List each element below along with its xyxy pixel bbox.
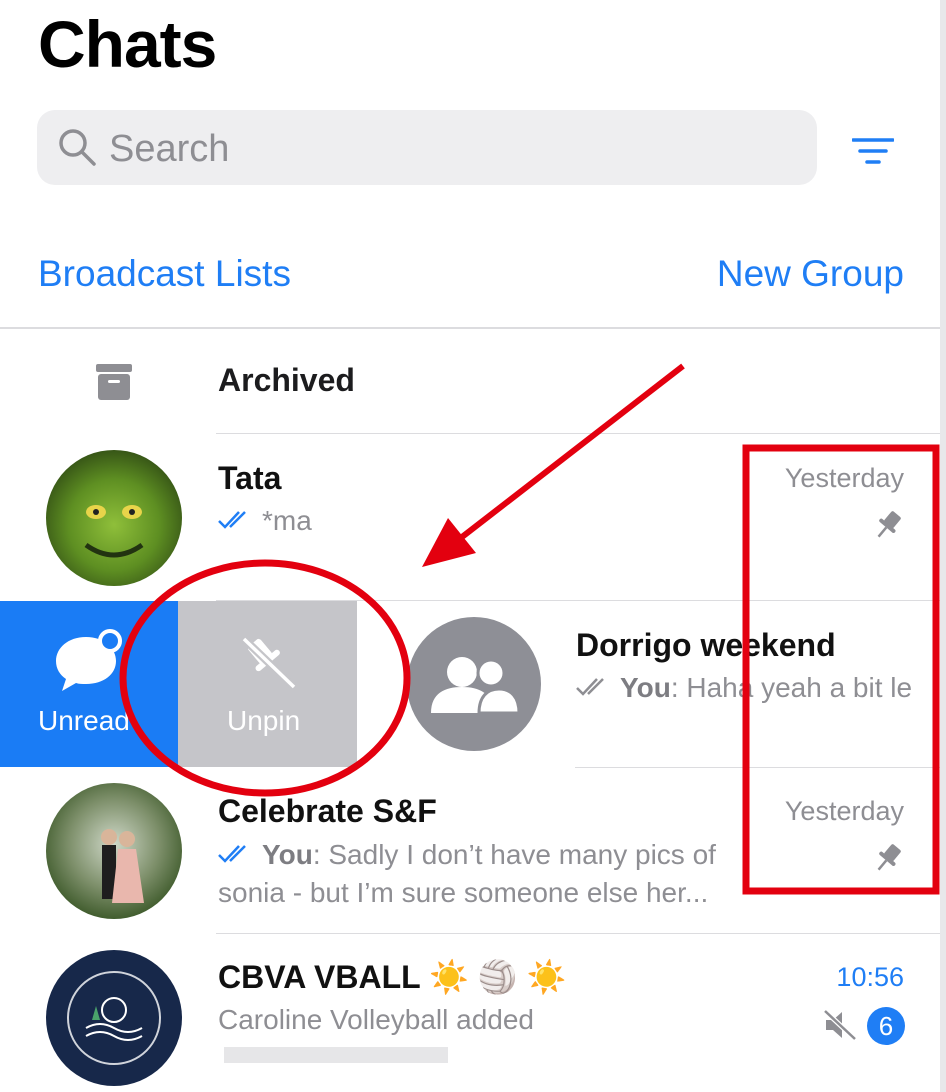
unread-count-badge: 6: [867, 1007, 905, 1045]
preview-text: : Sadly I don’t have many pics of: [312, 839, 716, 870]
chat-name[interactable]: Tata: [218, 460, 281, 497]
double-check-delivered-icon: [576, 678, 604, 696]
filter-icon[interactable]: [852, 136, 894, 166]
group-avatar[interactable]: [407, 617, 541, 751]
pin-icon: [877, 844, 901, 871]
annotation-arrow-shaft: [460, 363, 685, 540]
couple-photo-icon: [101, 829, 144, 903]
divider: [0, 327, 946, 329]
volleyball-club-logo-icon: [67, 971, 161, 1065]
redacted-text: [224, 1047, 448, 1063]
unread-label: Unread: [38, 705, 130, 736]
chat-time: 10:56: [836, 962, 904, 992]
sender-label: You: [620, 672, 671, 703]
new-group-link[interactable]: New Group: [717, 253, 904, 295]
chat-preview: You: Sadly I don’t have many pics of: [262, 839, 762, 871]
unread-chat-icon: [56, 629, 122, 691]
chat-time: Yesterday: [784, 463, 904, 493]
chat-preview: You: Haha yeah a bit le: [620, 672, 940, 704]
divider: [216, 933, 946, 934]
muted-speaker-icon: [823, 1009, 857, 1041]
pin-icon: [877, 511, 901, 538]
group-icon: [431, 657, 521, 715]
chat-preview: *ma: [262, 505, 312, 536]
search-bar[interactable]: Search: [37, 110, 817, 185]
archived-row[interactable]: Archived: [218, 362, 355, 399]
chat-name[interactable]: Celebrate S&F: [218, 793, 437, 830]
search-icon: [59, 129, 96, 166]
preview-text: : Haha yeah a bit le: [670, 672, 913, 703]
page-title: Chats: [38, 7, 217, 81]
grinch-avatar-icon: [84, 505, 144, 558]
unread-action-button[interactable]: Unread: [0, 601, 178, 767]
double-check-read-icon: [218, 511, 246, 529]
unpin-icon: [241, 636, 297, 690]
unpin-label: Unpin: [227, 705, 301, 736]
avatar[interactable]: [46, 950, 182, 1086]
annotation-arrow-head: [422, 518, 476, 567]
broadcast-lists-link[interactable]: Broadcast Lists: [38, 253, 291, 295]
sender-label: You: [262, 839, 313, 870]
chat-name[interactable]: Dorrigo weekend: [576, 627, 836, 664]
avatar[interactable]: [46, 783, 182, 919]
divider: [216, 433, 946, 434]
chat-name[interactable]: CBVA VBALL ☀️ 🏐 ☀️: [218, 958, 566, 996]
search-input[interactable]: Search: [109, 128, 229, 171]
unpin-action-button[interactable]: Unpin: [178, 601, 357, 767]
divider: [575, 767, 946, 768]
avatar[interactable]: [46, 450, 182, 586]
chat-preview: Caroline Volleyball added: [218, 1004, 534, 1035]
chat-time: Yesterday: [784, 796, 904, 826]
archive-icon: [96, 364, 132, 400]
double-check-read-icon: [218, 845, 246, 863]
chat-preview-line2: sonia - but I’m sure someone else her...: [218, 877, 709, 908]
scrollbar-track: [940, 0, 946, 1092]
